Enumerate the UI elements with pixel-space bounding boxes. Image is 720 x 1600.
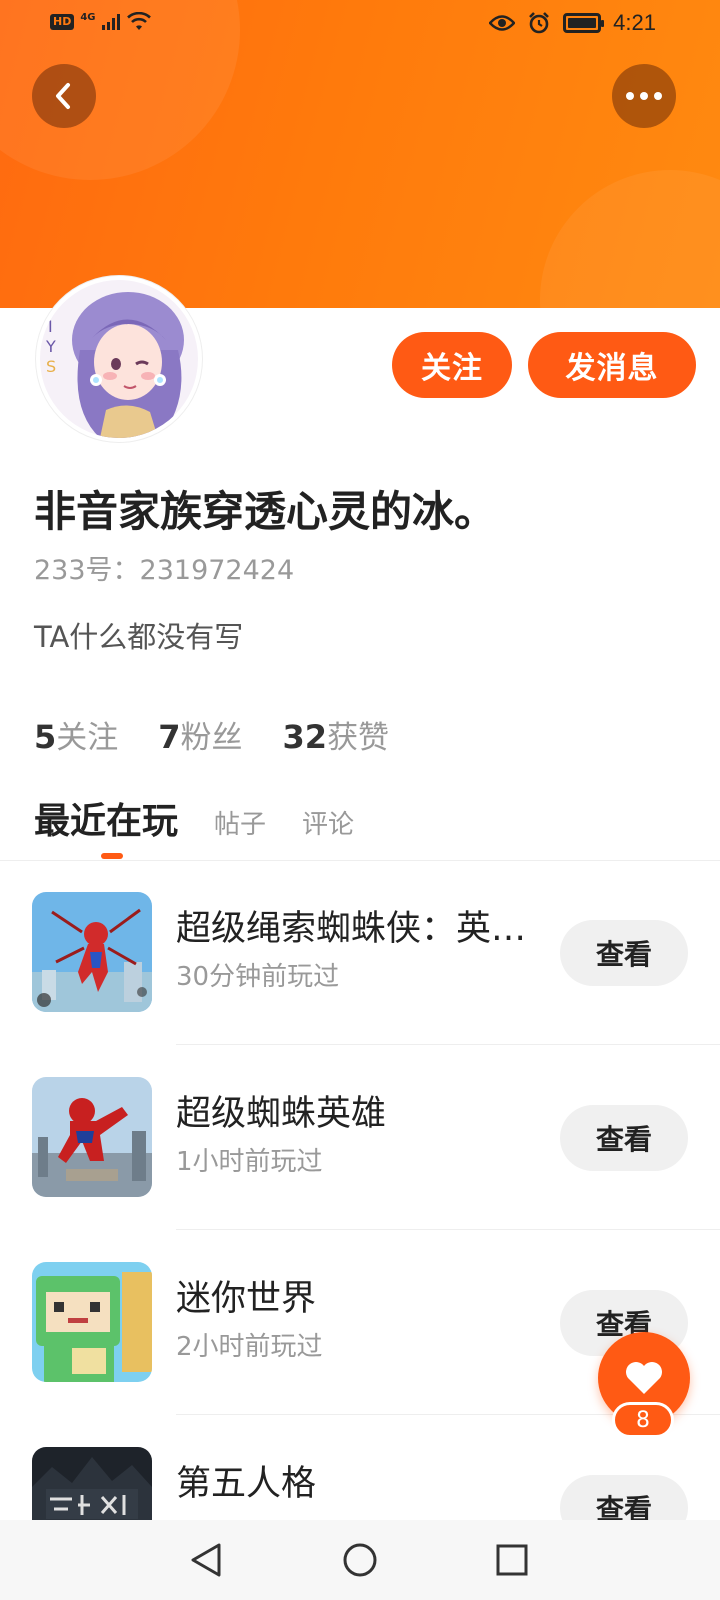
circle-home-icon	[343, 1543, 377, 1577]
last-played: 2小时前玩过	[176, 1332, 323, 1362]
tab-posts[interactable]: 帖子	[214, 804, 266, 841]
system-nav-bar	[0, 1520, 720, 1600]
stat-likes[interactable]: 32获赞	[283, 712, 390, 757]
chevron-left-icon	[56, 83, 70, 109]
stat-value: 32	[282, 718, 328, 756]
stat-following[interactable]: 5关注	[34, 712, 118, 757]
square-recents-icon	[496, 1544, 528, 1576]
eye-icon	[489, 15, 516, 31]
username: 非音家族穿透心灵的冰。	[34, 487, 497, 536]
status-right: 4:21	[489, 10, 656, 36]
svg-text:Y: Y	[45, 337, 56, 356]
signal-icon	[101, 14, 120, 30]
more-dots-icon	[626, 92, 662, 100]
view-button[interactable]: 查看	[560, 1105, 688, 1171]
bio: TA什么都没有写	[34, 620, 244, 654]
clock: 4:21	[613, 10, 656, 35]
send-message-button[interactable]: 发消息	[528, 332, 696, 398]
network-type: 4G	[80, 12, 96, 23]
wifi-icon	[126, 12, 151, 30]
last-played: 30分钟前玩过	[176, 962, 340, 992]
divider	[176, 1044, 720, 1045]
hd-badge: HD	[50, 14, 75, 30]
game-list-item[interactable]: 超级蜘蛛英雄 1小时前玩过 查看	[0, 1077, 720, 1261]
game-list-item[interactable]: 超级绳索蜘蛛侠：英… 30分钟前玩过 查看	[0, 892, 720, 1076]
game-icon	[32, 1077, 152, 1197]
battery-icon	[563, 13, 605, 33]
banner-decoration	[540, 170, 720, 308]
stat-label: 获赞	[327, 720, 390, 756]
profile-tabs: 最近在玩 帖子 评论	[34, 792, 354, 844]
avatar-image: I Y S	[40, 280, 198, 438]
stat-value: 7	[158, 718, 181, 756]
stat-label: 粉丝	[180, 720, 243, 756]
avatar[interactable]: I Y S	[36, 276, 202, 442]
stat-followers[interactable]: 7粉丝	[158, 712, 242, 757]
last-played: 1小时前玩过	[176, 1147, 323, 1177]
like-count-badge: 8	[612, 1402, 674, 1438]
game-icon	[32, 1262, 152, 1382]
user-id: 233号：231972424	[34, 555, 295, 586]
stat-value: 5	[34, 718, 57, 756]
more-options-button[interactable]	[612, 64, 676, 128]
view-button[interactable]: 查看	[560, 920, 688, 986]
game-title: 迷你世界	[176, 1279, 317, 1319]
nav-home-button[interactable]	[338, 1538, 382, 1582]
game-icon	[32, 892, 152, 1012]
game-title: 第五人格	[176, 1464, 317, 1504]
divider	[176, 1229, 720, 1230]
svg-text:S: S	[46, 357, 56, 376]
nav-recents-button[interactable]	[490, 1538, 534, 1582]
back-button[interactable]	[32, 64, 96, 128]
status-left: HD 4G	[50, 12, 152, 32]
alarm-icon	[529, 12, 550, 34]
stats-row: 5关注 7粉丝 32获赞	[34, 712, 389, 757]
tab-recently-played[interactable]: 最近在玩	[34, 792, 178, 844]
game-title: 超级蜘蛛英雄	[176, 1094, 387, 1134]
svg-text:I: I	[48, 317, 53, 336]
tab-indicator	[101, 853, 123, 859]
nav-back-button[interactable]	[184, 1538, 228, 1582]
follow-button[interactable]: 关注	[392, 332, 512, 398]
stat-label: 关注	[56, 720, 119, 756]
game-title: 超级绳索蜘蛛侠：英…	[176, 909, 527, 949]
heart-icon	[626, 1362, 662, 1394]
profile-banner: HD 4G 4:21	[0, 0, 720, 308]
divider	[0, 860, 720, 861]
triangle-back-icon	[191, 1543, 221, 1577]
status-bar: HD 4G 4:21	[0, 0, 720, 48]
tab-comments[interactable]: 评论	[302, 804, 354, 841]
